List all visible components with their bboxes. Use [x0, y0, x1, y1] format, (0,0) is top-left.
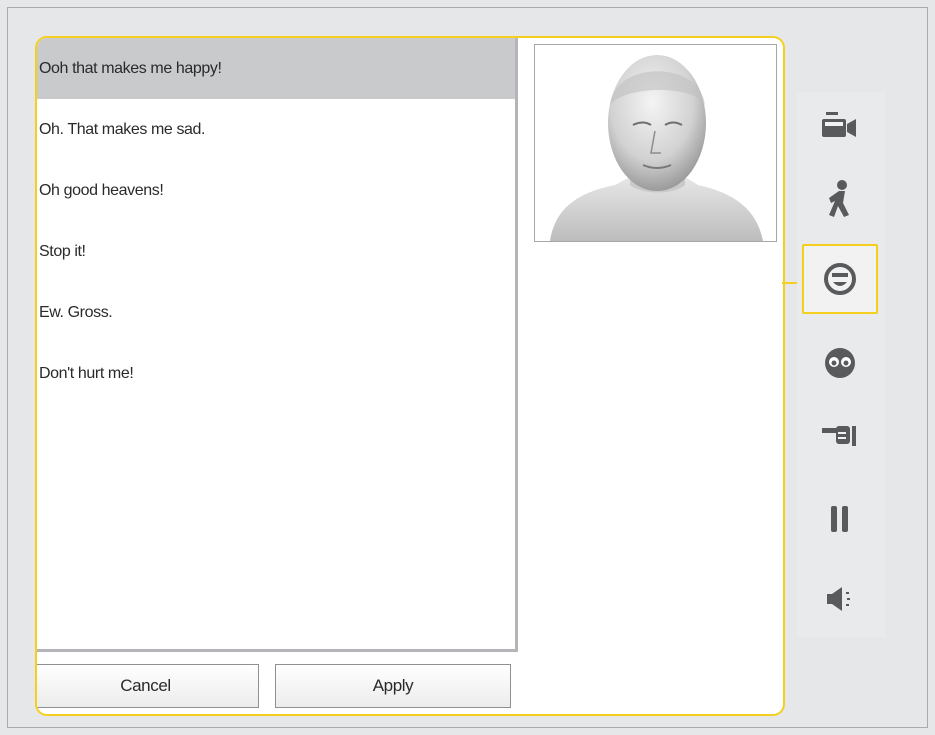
phrase-list[interactable]: Ooh that makes me happy! Oh. That makes … [37, 38, 518, 652]
point-button[interactable] [802, 400, 878, 470]
action-toolbar [797, 92, 886, 637]
camera-icon [822, 112, 856, 137]
expression-button[interactable] [802, 244, 878, 314]
phrase-item[interactable]: Ew. Gross. [37, 282, 515, 343]
eyes-button[interactable] [802, 328, 878, 398]
apply-button[interactable]: Apply [275, 664, 511, 708]
speech-dialog: Ooh that makes me happy! Oh. That makes … [35, 36, 785, 716]
eyes-icon [825, 348, 855, 378]
pause-icon [831, 506, 848, 532]
phrase-item[interactable]: Oh. That makes me sad. [37, 99, 515, 160]
walk-icon [829, 180, 849, 217]
cancel-button[interactable]: Cancel [37, 664, 259, 708]
walk-button[interactable] [802, 164, 878, 234]
speaker-icon [827, 587, 850, 611]
phrase-item[interactable]: Stop it! [37, 221, 515, 282]
point-hand-icon [822, 426, 856, 446]
phrase-item[interactable]: Don't hurt me! [37, 343, 515, 404]
speech-button[interactable] [802, 564, 878, 634]
phrase-item[interactable]: Ooh that makes me happy! [37, 38, 515, 99]
camera-button[interactable] [802, 92, 878, 162]
pause-button[interactable] [802, 484, 878, 554]
avatar-preview [534, 44, 777, 242]
avatar-figure [550, 55, 763, 241]
expression-icon [824, 263, 856, 295]
phrase-item[interactable]: Oh good heavens! [37, 160, 515, 221]
